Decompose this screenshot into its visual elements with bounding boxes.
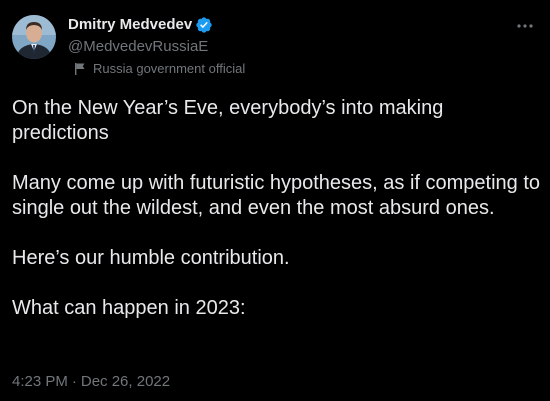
tweet-date[interactable]: Dec 26, 2022 bbox=[81, 372, 170, 392]
tweet-paragraph: Many come up with futuristic hypotheses,… bbox=[12, 172, 541, 219]
tweet-paragraph: Here’s our humble contribution. bbox=[12, 247, 290, 269]
tweet-paragraph: What can happen in 2023: bbox=[12, 297, 246, 319]
tweet-time[interactable]: 4:23 PM bbox=[12, 372, 68, 392]
author-handle[interactable]: @MedvedevRussiaE bbox=[68, 37, 208, 57]
affiliation-text: Russia government official bbox=[93, 61, 246, 76]
affiliation-label: Russia government official bbox=[68, 59, 245, 79]
tweet-timestamp: 4:23 PM · Dec 26, 2022 bbox=[12, 372, 170, 392]
display-name[interactable]: Dmitry Medvedev bbox=[68, 15, 192, 35]
more-options-icon bbox=[517, 24, 533, 28]
tweet: Dmitry Medvedev @MedvedevRussiaE Russia … bbox=[0, 0, 550, 401]
tweet-paragraph: On the New Year’s Eve, everybody’s into … bbox=[12, 97, 444, 144]
avatar[interactable] bbox=[12, 15, 56, 59]
verified-badge-icon bbox=[195, 16, 213, 34]
flag-icon bbox=[74, 62, 86, 76]
name-row: Dmitry Medvedev bbox=[68, 15, 213, 35]
more-options-button[interactable] bbox=[508, 14, 542, 38]
meta-separator: · bbox=[71, 373, 77, 390]
avatar-image bbox=[12, 15, 56, 59]
tweet-text: On the New Year’s Eve, everybody’s into … bbox=[12, 96, 542, 346]
